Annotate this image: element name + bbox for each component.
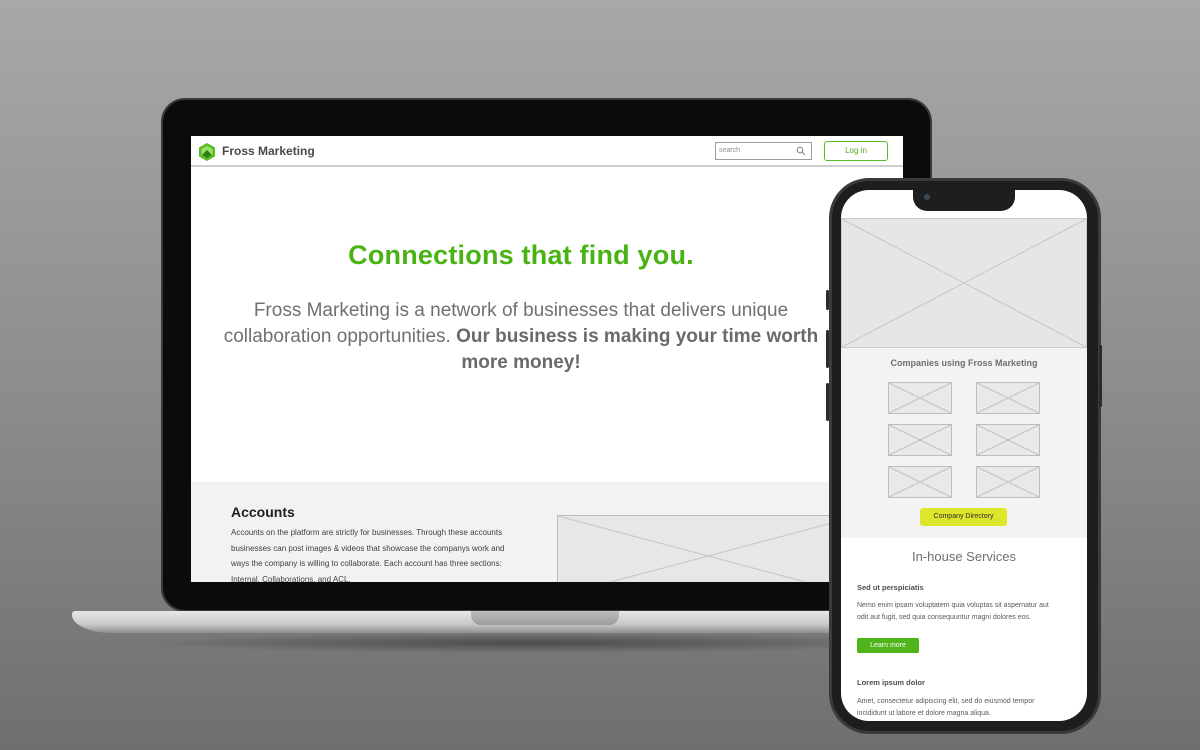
- hero-description-bold: Our business is making your time worth m…: [456, 326, 819, 373]
- service-description: Amet, consectetur adipiscing elit, sed d…: [857, 698, 1035, 717]
- phone-volume-button: [826, 290, 829, 310]
- accounts-title: Accounts: [231, 504, 295, 520]
- phone-volume-button: [826, 383, 829, 421]
- top-navbar: Fross Marketing search Log in: [191, 136, 903, 167]
- companies-title: Companies using Fross Marketing: [890, 358, 1038, 368]
- service-description: Nemo enim ipsam voluptatem quia voluptas…: [857, 602, 1049, 621]
- phone-volume-button: [826, 330, 829, 368]
- service-heading: Lorem ipsum dolor: [857, 678, 925, 687]
- learn-more-button[interactable]: Learn more: [857, 638, 919, 653]
- search-placeholder: search: [719, 147, 741, 154]
- accounts-description: Accounts on the platform are strictly fo…: [231, 528, 505, 582]
- company-logo-placeholder[interactable]: [888, 466, 952, 498]
- laptop-hinge-notch: [471, 611, 619, 625]
- phone-side-button: [1099, 345, 1102, 407]
- company-directory-button[interactable]: Company Directory: [920, 508, 1007, 526]
- services-title: In-house Services: [911, 549, 1017, 564]
- brand-name[interactable]: Fross Marketing: [222, 144, 315, 158]
- logo-icon[interactable]: [197, 142, 217, 162]
- login-button[interactable]: Log in: [824, 141, 888, 161]
- accounts-section: Accounts Accounts on the platform are st…: [191, 482, 903, 582]
- hero-title: Connections that find you.: [348, 240, 694, 270]
- hero-description: Fross Marketing is a network of business…: [211, 298, 831, 376]
- accounts-image-placeholder: [557, 515, 858, 582]
- search-input[interactable]: search: [715, 142, 812, 160]
- company-logo-placeholder[interactable]: [976, 424, 1040, 456]
- mobile-hero-image-placeholder: [841, 218, 1087, 348]
- service-heading: Sed ut perspiciatis: [857, 583, 924, 592]
- desktop-site: Fross Marketing search Log in Connection…: [191, 136, 903, 582]
- mobile-site: Companies using Fross Marketing Company …: [841, 190, 1087, 721]
- laptop-shadow: [130, 633, 930, 653]
- phone-notch: [913, 189, 1015, 211]
- company-logo-placeholder[interactable]: [976, 466, 1040, 498]
- search-icon[interactable]: [796, 146, 806, 156]
- company-logo-placeholder[interactable]: [976, 382, 1040, 414]
- phone-camera: [924, 194, 930, 200]
- company-logo-placeholder[interactable]: [888, 382, 952, 414]
- company-logo-placeholder[interactable]: [888, 424, 952, 456]
